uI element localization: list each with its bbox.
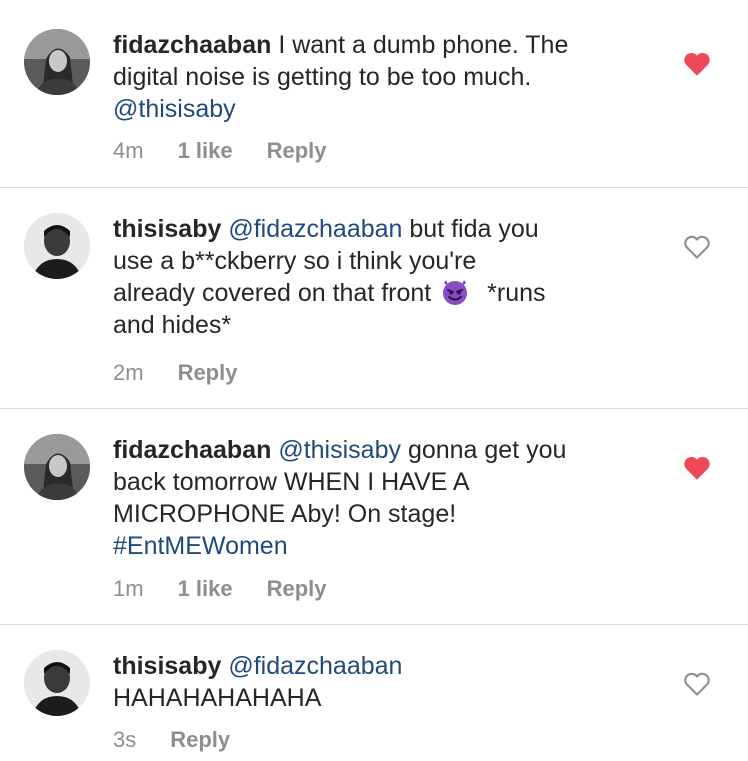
comment-meta: 3s Reply bbox=[113, 727, 230, 753]
avatar-fidazchaaban[interactable] bbox=[24, 434, 90, 500]
comment-text-line: I want a dumb phone. The bbox=[278, 31, 569, 59]
likes-count[interactable]: 1 like bbox=[178, 576, 233, 602]
reply-button[interactable]: Reply bbox=[170, 727, 230, 753]
divider bbox=[0, 624, 748, 625]
timestamp: 4m bbox=[113, 138, 144, 163]
avatar-thisisaby[interactable] bbox=[24, 650, 90, 716]
comment-meta: 4m 1 like Reply bbox=[113, 138, 327, 164]
comment-text: thisisaby @fidazchaaban HAHAHAHAHAHA bbox=[113, 650, 653, 714]
smiling-devil-icon bbox=[443, 280, 468, 305]
comment-text-line: MICROPHONE Aby! On stage! bbox=[113, 500, 457, 528]
reply-button[interactable]: Reply bbox=[178, 360, 238, 386]
comment-text: thisisaby @fidazchaaban but fida you use… bbox=[113, 213, 653, 341]
comment-text-line: use a b**ckberry so i think you're bbox=[113, 247, 477, 275]
mention-link[interactable]: @thisisaby bbox=[278, 436, 401, 464]
username[interactable]: fidazchaaban bbox=[113, 31, 271, 59]
avatar-thisisaby[interactable] bbox=[24, 213, 90, 279]
comment-meta: 1m 1 like Reply bbox=[113, 576, 327, 602]
avatar-fidazchaaban[interactable] bbox=[24, 29, 90, 95]
timestamp: 3s bbox=[113, 727, 137, 752]
mention-link[interactable]: @thisisaby bbox=[113, 95, 236, 123]
comment-text-line: and hides* bbox=[113, 311, 232, 339]
hashtag-link[interactable]: #EntMEWomen bbox=[113, 532, 288, 560]
divider bbox=[0, 408, 748, 409]
comment-text-line: *runs bbox=[487, 279, 546, 307]
mention-link[interactable]: @fidazchaaban bbox=[228, 215, 402, 243]
comment-text-line: HAHAHAHAHAHA bbox=[113, 684, 322, 712]
divider bbox=[0, 187, 748, 188]
username[interactable]: thisisaby bbox=[113, 652, 221, 680]
username[interactable]: thisisaby bbox=[113, 215, 221, 243]
heart-filled-icon[interactable] bbox=[683, 455, 711, 481]
reply-button[interactable]: Reply bbox=[267, 138, 327, 164]
comment-text-line: gonna get you bbox=[407, 436, 567, 464]
comment-text-line: but fida you bbox=[409, 215, 539, 243]
comment-meta: 2m Reply bbox=[113, 360, 237, 386]
timestamp: 2m bbox=[113, 360, 144, 385]
likes-count[interactable]: 1 like bbox=[178, 138, 233, 164]
heart-outline-icon[interactable] bbox=[683, 671, 711, 697]
heart-outline-icon[interactable] bbox=[683, 234, 711, 260]
mention-link[interactable]: @fidazchaaban bbox=[228, 652, 402, 680]
reply-button[interactable]: Reply bbox=[267, 576, 327, 602]
comment-text-line: already covered on that front bbox=[113, 279, 432, 307]
comment-text-line: back tomorrow WHEN I HAVE A bbox=[113, 468, 470, 496]
username[interactable]: fidazchaaban bbox=[113, 436, 271, 464]
comment-text-line: digital noise is getting to be too much. bbox=[113, 63, 532, 91]
comment-text: fidazchaaban I want a dumb phone. The di… bbox=[113, 29, 653, 125]
heart-filled-icon[interactable] bbox=[683, 51, 711, 77]
comment-text: fidazchaaban @thisisaby gonna get you ba… bbox=[113, 434, 653, 562]
timestamp: 1m bbox=[113, 576, 144, 601]
